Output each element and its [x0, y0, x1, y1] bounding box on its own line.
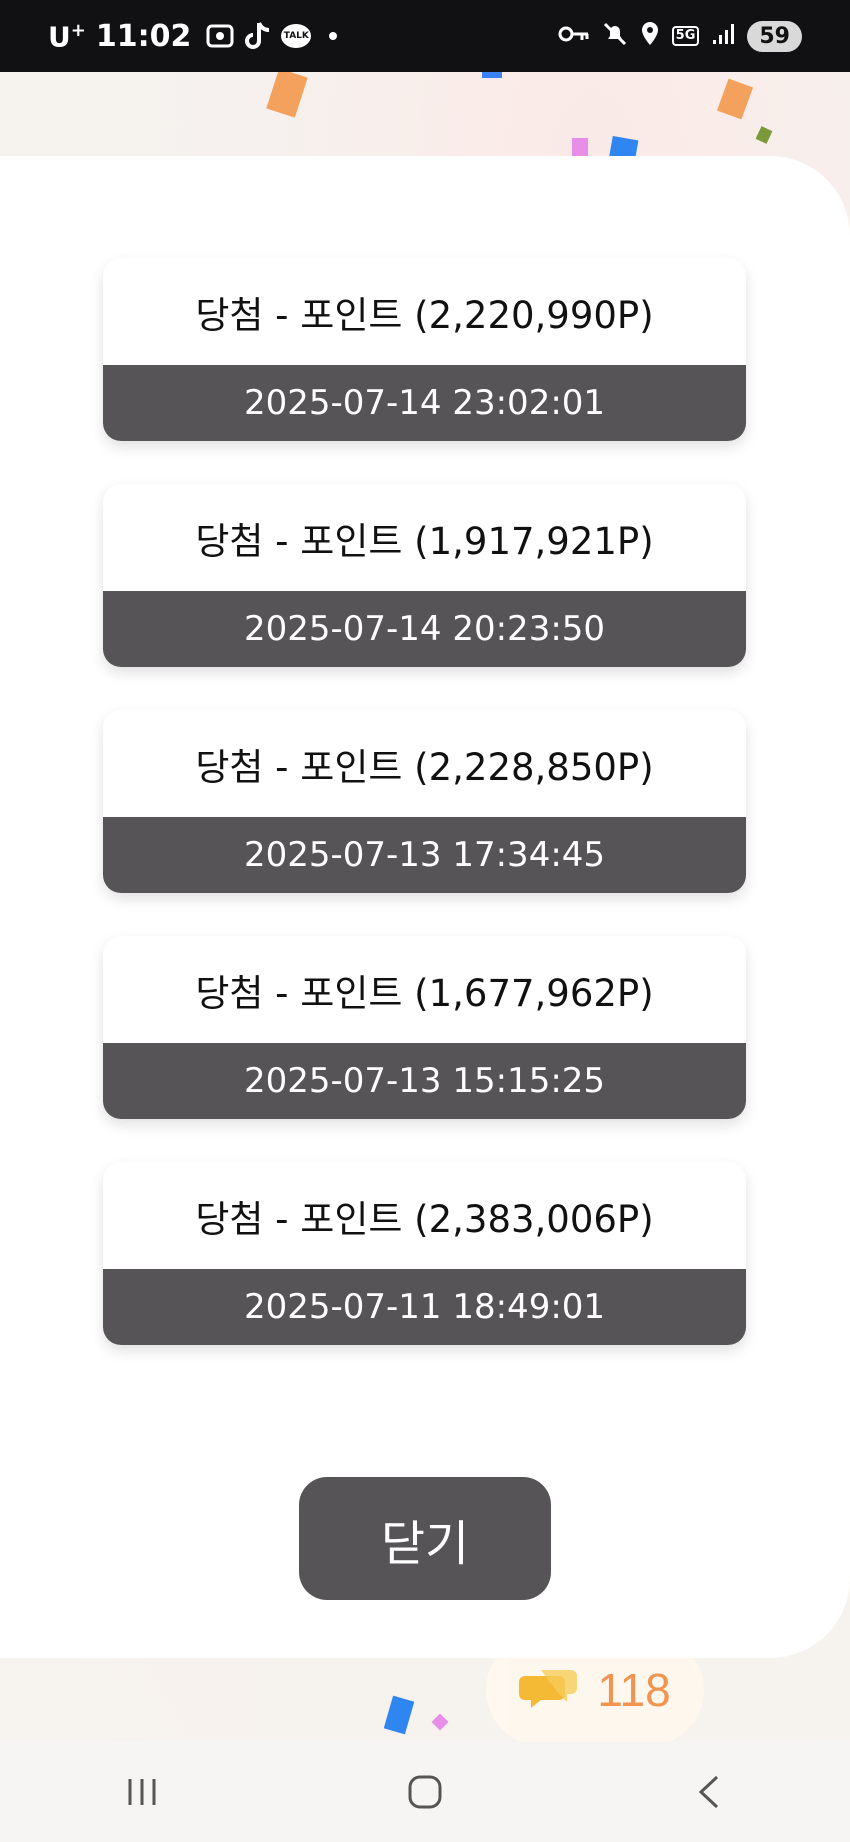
- confetti-piece: [755, 126, 773, 144]
- history-list: 당첨 - 포인트 (2,220,990P) 2025-07-14 23:02:0…: [103, 258, 746, 1388]
- history-card-title: 당첨 - 포인트 (1,917,921P): [195, 519, 654, 563]
- 5g-icon: 5G: [671, 26, 700, 46]
- confetti-piece: [383, 1695, 415, 1735]
- modal-edge: [0, 156, 80, 1658]
- key-icon: [558, 24, 590, 48]
- confetti-piece: [266, 72, 308, 118]
- screenshot-icon: [205, 22, 235, 50]
- back-icon[interactable]: [668, 1752, 748, 1832]
- history-card: 당첨 - 포인트 (2,383,006P) 2025-07-11 18:49:0…: [103, 1162, 746, 1345]
- history-card-date: 2025-07-11 18:49:01: [103, 1269, 746, 1345]
- tiktok-icon: [245, 21, 271, 51]
- history-card-title: 당첨 - 포인트 (2,228,850P): [195, 745, 654, 789]
- status-clock: 11:02: [95, 18, 192, 54]
- system-nav-bar: [0, 1742, 850, 1842]
- history-card-title: 당첨 - 포인트 (2,383,006P): [195, 1197, 654, 1241]
- status-bar: U+ 11:02 TALK 5G 59: [0, 0, 850, 72]
- history-card-date: 2025-07-14 20:23:50: [103, 591, 746, 667]
- history-card: 당첨 - 포인트 (2,228,850P) 2025-07-13 17:34:4…: [103, 710, 746, 893]
- mute-icon: [602, 21, 628, 51]
- confetti-piece: [716, 78, 754, 120]
- battery-icon: 59: [747, 20, 802, 52]
- close-button[interactable]: 닫기: [299, 1477, 551, 1600]
- history-card-date: 2025-07-13 17:34:45: [103, 817, 746, 893]
- background-counter-value: 118: [597, 1664, 671, 1716]
- history-card: 당첨 - 포인트 (2,220,990P) 2025-07-14 23:02:0…: [103, 258, 746, 441]
- carrier-label: U+: [48, 20, 86, 54]
- home-icon[interactable]: [385, 1752, 465, 1832]
- confetti-piece: [431, 1713, 449, 1731]
- confetti-piece: [482, 72, 502, 78]
- history-card: 당첨 - 포인트 (1,677,962P) 2025-07-13 15:15:2…: [103, 936, 746, 1119]
- signal-icon: [711, 22, 735, 50]
- location-icon: [640, 21, 660, 51]
- recent-apps-icon[interactable]: [102, 1752, 182, 1832]
- notification-dot-icon: [329, 32, 338, 40]
- kakaotalk-icon: TALK: [281, 24, 312, 48]
- chat-icon: [519, 1670, 578, 1708]
- history-card-title: 당첨 - 포인트 (2,220,990P): [195, 293, 654, 337]
- history-card-date: 2025-07-14 23:02:01: [103, 365, 746, 441]
- history-card-date: 2025-07-13 15:15:25: [103, 1043, 746, 1119]
- history-card-title: 당첨 - 포인트 (1,677,962P): [195, 971, 654, 1015]
- history-card: 당첨 - 포인트 (1,917,921P) 2025-07-14 20:23:5…: [103, 484, 746, 667]
